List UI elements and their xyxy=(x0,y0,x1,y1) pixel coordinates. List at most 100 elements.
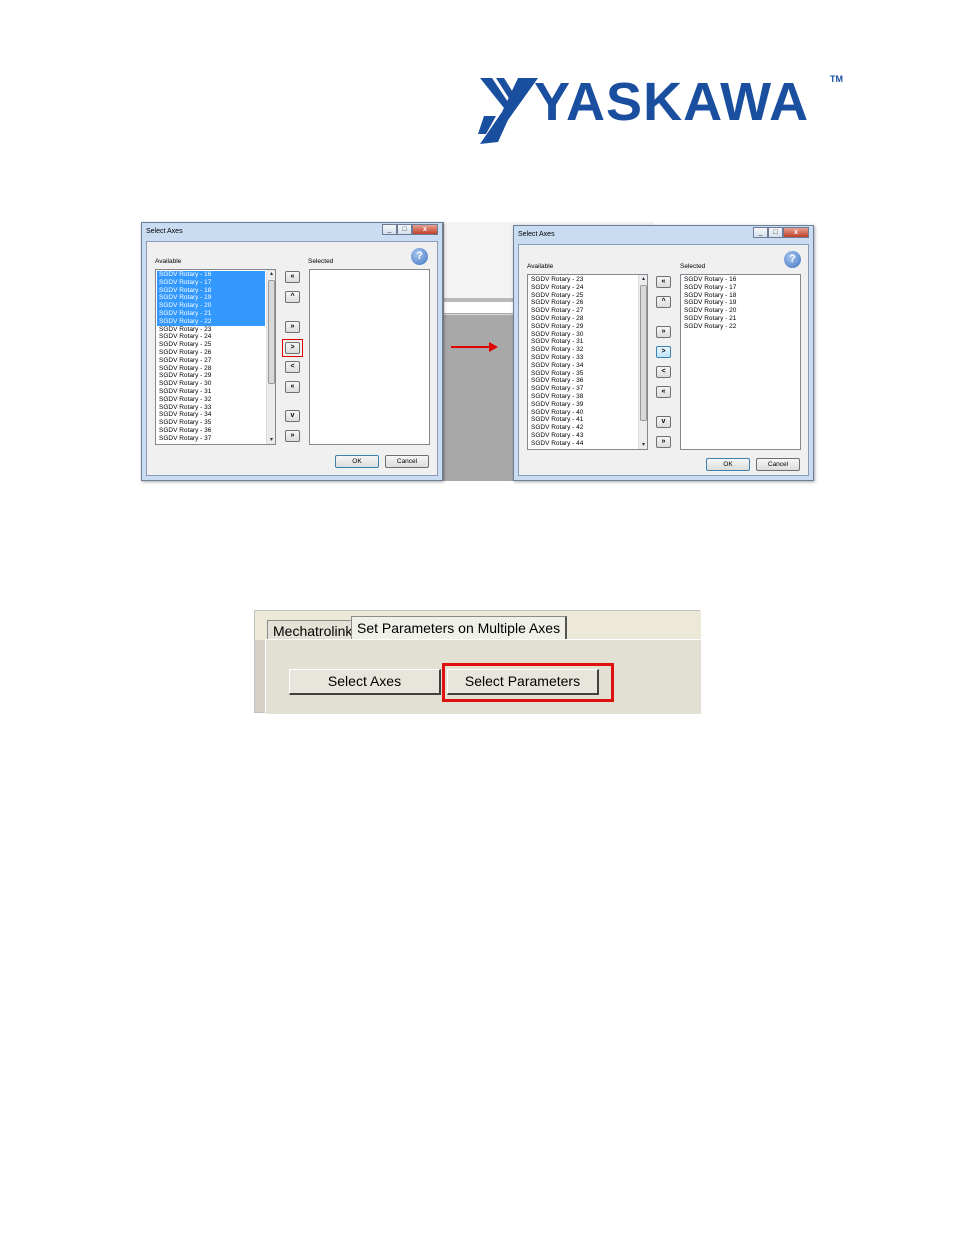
list-scrollbar[interactable]: ▴ ▾ xyxy=(638,275,647,449)
cancel-button[interactable]: Cancel xyxy=(385,455,429,468)
list-item[interactable]: SGDV Rotary - 27 xyxy=(529,307,637,315)
available-list[interactable]: SGDV Rotary - 16 SGDV Rotary - 17 SGDV Rot… xyxy=(155,269,276,445)
logo-trademark: TM xyxy=(830,74,843,84)
list-item[interactable]: SGDV Rotary - 31 xyxy=(529,338,637,346)
list-item[interactable]: SGDV Rotary - 17 xyxy=(157,278,265,287)
move-bottom-button[interactable]: » xyxy=(285,430,300,442)
list-item[interactable]: SGDV Rotary - 31 xyxy=(157,388,265,396)
move-bottom-button[interactable]: » xyxy=(656,436,671,448)
list-item[interactable]: SGDV Rotary - 22 xyxy=(157,317,265,326)
list-item[interactable]: SGDV Rotary - 32 xyxy=(157,396,265,404)
list-item[interactable]: SGDV Rotary - 24 xyxy=(157,333,265,341)
list-item[interactable]: SGDV Rotary - 33 xyxy=(529,354,637,362)
list-item[interactable]: SGDV Rotary - 34 xyxy=(157,411,265,419)
minimize-icon[interactable]: _ xyxy=(753,227,768,238)
selected-list[interactable]: SGDV Rotary - 16 SGDV Rotary - 17 SGDV Rot… xyxy=(680,274,801,450)
list-item[interactable]: SGDV Rotary - 18 xyxy=(682,292,790,300)
add-all-button[interactable]: » xyxy=(656,326,671,338)
scroll-up-icon[interactable]: ▴ xyxy=(267,270,275,278)
list-item[interactable]: SGDV Rotary - 36 xyxy=(529,377,637,385)
select-parameters-highlight xyxy=(442,663,614,702)
list-item[interactable]: SGDV Rotary - 43 xyxy=(529,432,637,440)
list-item[interactable]: SGDV Rotary - 27 xyxy=(157,357,265,365)
add-button[interactable]: > xyxy=(656,346,671,358)
list-item[interactable]: SGDV Rotary - 23 xyxy=(157,326,265,334)
list-item[interactable]: SGDV Rotary - 37 xyxy=(529,385,637,393)
move-top-button[interactable]: « xyxy=(285,271,300,283)
cancel-button[interactable]: Cancel xyxy=(756,458,800,471)
list-scrollbar[interactable]: ▴ ▾ xyxy=(266,270,275,444)
list-item[interactable]: SGDV Rotary - 25 xyxy=(157,341,265,349)
tab-mechatrolink[interactable]: Mechatrolink xyxy=(267,620,359,640)
list-item[interactable]: SGDV Rotary - 28 xyxy=(529,315,637,323)
list-item[interactable]: SGDV Rotary - 30 xyxy=(157,380,265,388)
dialog-title: Select Axes xyxy=(146,228,183,235)
remove-button[interactable]: < xyxy=(656,366,671,378)
list-item[interactable]: SGDV Rotary - 42 xyxy=(529,424,637,432)
list-item[interactable]: SGDV Rotary - 41 xyxy=(529,416,637,424)
red-arrow-icon xyxy=(451,342,498,352)
selected-list[interactable] xyxy=(309,269,430,445)
minimize-icon[interactable]: _ xyxy=(382,224,397,235)
move-up-button[interactable]: ^ xyxy=(656,296,671,308)
close-icon[interactable]: x xyxy=(412,224,438,235)
scroll-down-icon[interactable]: ▾ xyxy=(639,441,647,449)
maximize-icon[interactable]: □ xyxy=(397,224,412,235)
list-item[interactable]: SGDV Rotary - 16 xyxy=(682,276,790,284)
list-item[interactable]: SGDV Rotary - 23 xyxy=(529,276,637,284)
list-item[interactable]: SGDV Rotary - 32 xyxy=(529,346,637,354)
ok-button[interactable]: OK xyxy=(335,455,379,468)
list-item[interactable]: SGDV Rotary - 22 xyxy=(682,323,790,331)
list-item[interactable]: SGDV Rotary - 21 xyxy=(157,309,265,318)
list-item[interactable]: SGDV Rotary - 20 xyxy=(157,302,265,310)
dialog-title: Select Axes xyxy=(518,231,555,238)
move-down-button[interactable]: v xyxy=(285,410,300,422)
yaskawa-logo: YASKAWA TM xyxy=(474,72,846,150)
add-all-button[interactable]: » xyxy=(285,321,300,333)
list-item[interactable]: SGDV Rotary - 25 xyxy=(529,292,637,300)
scroll-down-icon[interactable]: ▾ xyxy=(267,436,275,444)
move-top-button[interactable]: « xyxy=(656,276,671,288)
list-item[interactable]: SGDV Rotary - 34 xyxy=(529,362,637,370)
list-item[interactable]: SGDV Rotary - 16 xyxy=(157,271,265,279)
list-item[interactable]: SGDV Rotary - 29 xyxy=(157,372,265,380)
list-item[interactable]: SGDV Rotary - 19 xyxy=(682,299,790,307)
help-icon[interactable]: ? xyxy=(784,251,801,268)
list-item[interactable]: SGDV Rotary - 36 xyxy=(157,427,265,435)
move-up-button[interactable]: ^ xyxy=(285,291,300,303)
list-item[interactable]: SGDV Rotary - 40 xyxy=(529,409,637,417)
list-item[interactable]: SGDV Rotary - 26 xyxy=(157,349,265,357)
maximize-icon[interactable]: □ xyxy=(768,227,783,238)
list-item[interactable]: SGDV Rotary - 19 xyxy=(157,294,265,303)
tab-set-parameters-multiple-axes[interactable]: Set Parameters on Multiple Axes xyxy=(351,616,568,641)
list-item[interactable]: SGDV Rotary - 38 xyxy=(529,393,637,401)
remove-button[interactable]: < xyxy=(285,361,300,373)
list-item[interactable]: SGDV Rotary - 35 xyxy=(529,370,637,378)
list-item[interactable]: SGDV Rotary - 17 xyxy=(682,284,790,292)
close-icon[interactable]: x xyxy=(783,227,809,238)
list-item[interactable]: SGDV Rotary - 21 xyxy=(682,315,790,323)
list-item[interactable]: SGDV Rotary - 37 xyxy=(157,435,265,443)
move-down-button[interactable]: v xyxy=(656,416,671,428)
list-item[interactable]: SGDV Rotary - 44 xyxy=(529,440,637,448)
list-item[interactable]: SGDV Rotary - 24 xyxy=(529,284,637,292)
list-item[interactable]: SGDV Rotary - 26 xyxy=(529,299,637,307)
list-item[interactable]: SGDV Rotary - 35 xyxy=(157,419,265,427)
available-list[interactable]: SGDV Rotary - 23 SGDV Rotary - 24 SGDV Rot… xyxy=(527,274,648,450)
scroll-up-icon[interactable]: ▴ xyxy=(639,275,647,283)
remove-all-button[interactable]: « xyxy=(656,386,671,398)
list-item[interactable]: SGDV Rotary - 28 xyxy=(157,365,265,373)
select-axes-dialog-after: Select Axes _ □ x ? Available Selected S… xyxy=(513,225,814,481)
list-item[interactable]: SGDV Rotary - 33 xyxy=(157,404,265,412)
available-label: Available xyxy=(155,258,182,265)
select-axes-button[interactable]: Select Axes xyxy=(289,669,441,695)
list-item[interactable]: SGDV Rotary - 20 xyxy=(682,307,790,315)
list-item[interactable]: SGDV Rotary - 39 xyxy=(529,401,637,409)
ok-button[interactable]: OK xyxy=(706,458,750,471)
list-item[interactable]: SGDV Rotary - 18 xyxy=(157,286,265,295)
list-item[interactable]: SGDV Rotary - 30 xyxy=(529,331,637,339)
help-icon[interactable]: ? xyxy=(411,248,428,265)
add-button-highlight xyxy=(282,339,303,357)
remove-all-button[interactable]: « xyxy=(285,381,300,393)
list-item[interactable]: SGDV Rotary - 29 xyxy=(529,323,637,331)
